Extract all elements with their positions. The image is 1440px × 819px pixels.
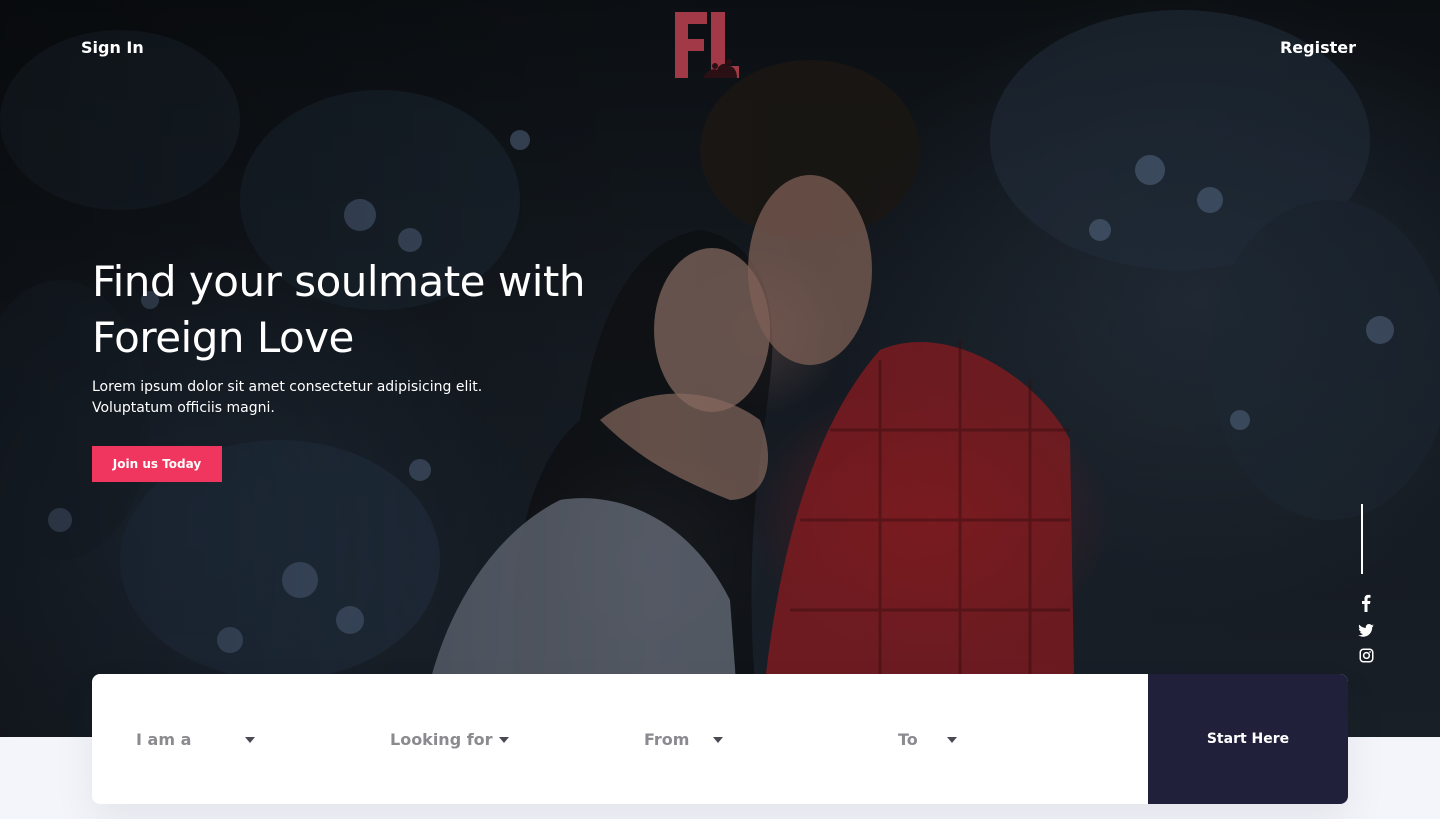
join-us-button[interactable]: Join us Today [92, 446, 222, 482]
i-am-a-select[interactable]: I am a [136, 674, 336, 804]
chevron-down-icon [713, 737, 723, 743]
register-link[interactable]: Register [1280, 38, 1356, 57]
chevron-down-icon [245, 737, 255, 743]
chevron-down-icon [499, 737, 509, 743]
looking-for-select[interactable]: Looking for [390, 674, 590, 804]
twitter-icon[interactable] [1357, 621, 1375, 639]
social-divider [1361, 504, 1363, 574]
facebook-icon[interactable] [1357, 594, 1375, 612]
hero-overlay [0, 0, 1440, 737]
to-age-select[interactable]: To [898, 674, 1098, 804]
to-label: To [898, 729, 918, 749]
hero-section: Sign In Register Find your soulmate with… [0, 0, 1440, 737]
from-label: From [644, 729, 690, 749]
search-bar: I am a Looking for From To Start Here [92, 674, 1348, 804]
instagram-icon[interactable] [1357, 646, 1375, 664]
looking-for-label: Looking for [390, 729, 493, 749]
hero-subtext: Lorem ipsum dolor sit amet consectetur a… [92, 379, 483, 416]
i-am-a-label: I am a [136, 729, 192, 749]
sign-in-link[interactable]: Sign In [81, 38, 144, 57]
chevron-down-icon [947, 737, 957, 743]
from-age-select[interactable]: From [644, 674, 844, 804]
start-here-button[interactable]: Start Here [1148, 674, 1348, 804]
hero-headline: Find your soulmate with Foreign Love [92, 257, 585, 362]
site-logo[interactable] [675, 12, 741, 80]
